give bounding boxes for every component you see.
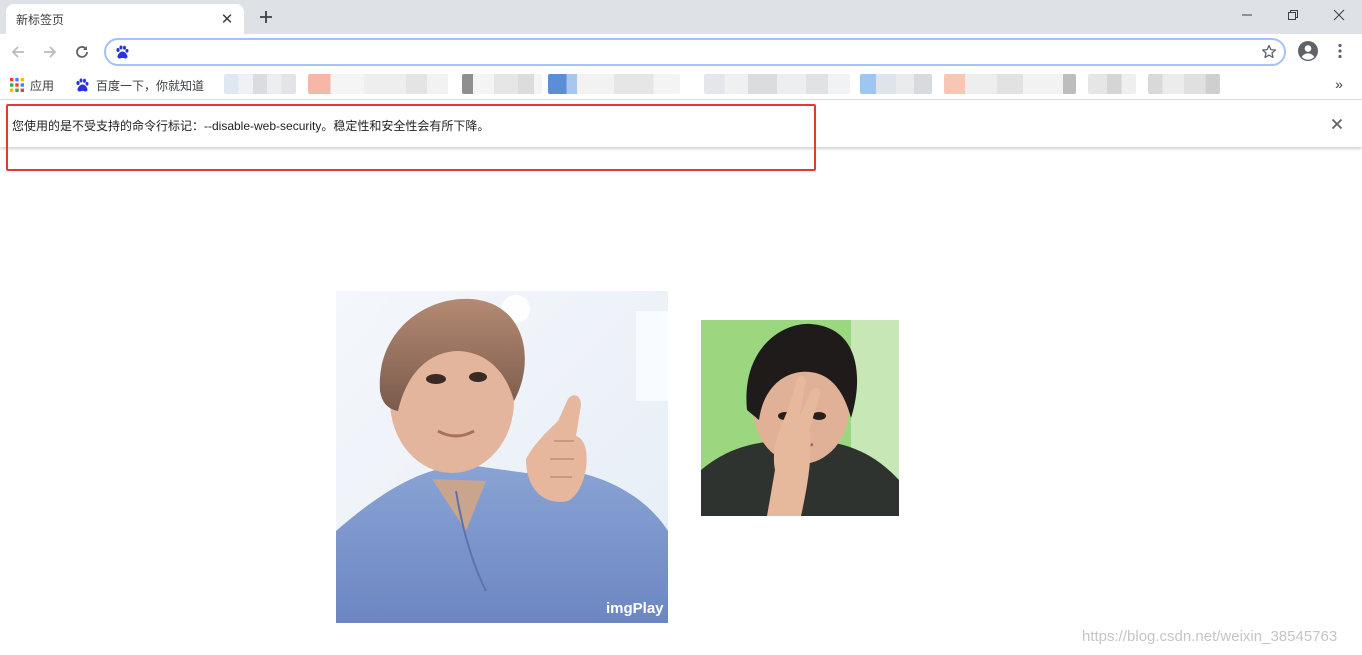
bookmark-blurred-4[interactable] xyxy=(548,74,680,94)
bookmark-blurred-7[interactable] xyxy=(944,74,1076,94)
new-tab-button[interactable] xyxy=(254,5,278,29)
forward-button[interactable] xyxy=(38,40,62,64)
kebab-menu-icon[interactable] xyxy=(1330,40,1350,62)
bookmarks-overflow-icon[interactable]: » xyxy=(1330,74,1348,94)
back-button[interactable] xyxy=(6,40,30,64)
reload-icon xyxy=(76,46,88,58)
minimize-button[interactable] xyxy=(1224,0,1270,30)
bookmark-blurred-1[interactable] xyxy=(224,74,296,94)
address-bar[interactable] xyxy=(104,38,1286,66)
baidu-paw-icon xyxy=(116,45,129,59)
unsupported-flag-infobar: 您使用的是不受支持的命令行标记：--disable-web-security。稳… xyxy=(0,101,1362,147)
photo-thumbs-up: imgPlay xyxy=(336,291,668,623)
profile-avatar-icon[interactable] xyxy=(1297,40,1319,62)
minimize-icon xyxy=(1242,14,1252,16)
bookmark-blurred-3[interactable] xyxy=(462,74,542,94)
tab-strip: 新标签页 ✕ xyxy=(0,0,1362,34)
photo-caption: imgPlay xyxy=(606,600,664,617)
tab-title: 新标签页 xyxy=(16,13,65,27)
bookmark-star-icon[interactable] xyxy=(1260,43,1278,61)
bookmark-blurred-6[interactable] xyxy=(860,74,932,94)
reload-button[interactable] xyxy=(70,40,94,64)
close-window-button[interactable] xyxy=(1316,0,1362,30)
toolbar xyxy=(0,34,1362,70)
bookmark-baidu-label: 百度一下，你就知道 xyxy=(96,78,205,93)
bookmark-blurred-2[interactable] xyxy=(308,74,448,94)
address-input[interactable] xyxy=(136,42,1246,62)
bookmarks-bar: 应用 百度一下，你就知道 » xyxy=(0,70,1362,100)
close-icon xyxy=(1333,9,1345,21)
arrow-right-icon xyxy=(44,46,57,58)
baidu-paw-icon xyxy=(76,78,89,92)
restore-icon xyxy=(1288,10,1298,20)
bookmark-apps[interactable]: 应用 xyxy=(10,75,54,95)
watermark-text: https://blog.csdn.net/weixin_38545763 xyxy=(1082,628,1338,645)
infobar-message: 您使用的是不受支持的命令行标记：--disable-web-security。稳… xyxy=(12,119,490,133)
restore-button[interactable] xyxy=(1270,0,1316,30)
tab-new-tab[interactable]: 新标签页 ✕ xyxy=(6,4,244,34)
infobar-close-icon[interactable] xyxy=(1328,115,1346,133)
bookmark-blurred-9[interactable] xyxy=(1148,74,1220,94)
bookmark-baidu[interactable]: 百度一下，你就知道 xyxy=(74,75,204,95)
bookmark-blurred-8[interactable] xyxy=(1088,74,1136,94)
photo-peace-sign xyxy=(701,320,899,516)
plus-icon xyxy=(260,11,272,23)
tab-close-icon[interactable]: ✕ xyxy=(218,10,236,28)
bookmark-apps-label: 应用 xyxy=(30,78,55,93)
arrow-left-icon xyxy=(11,46,24,58)
bookmark-blurred-5[interactable] xyxy=(704,74,850,94)
apps-grid-icon xyxy=(10,78,24,92)
